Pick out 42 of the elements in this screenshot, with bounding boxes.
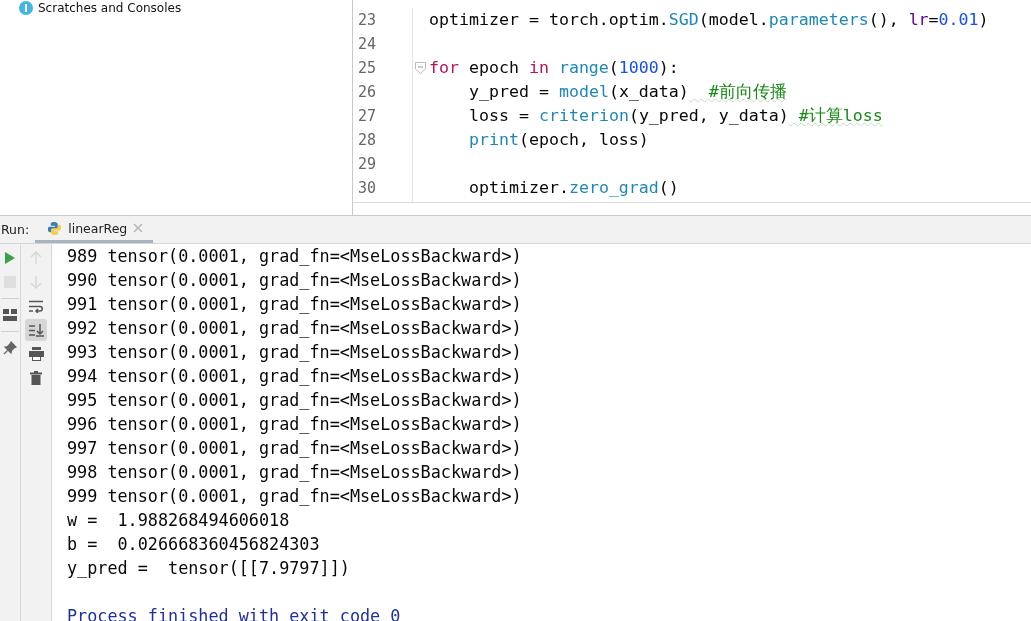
code-line: optimizer.zero_grad() bbox=[468, 177, 679, 199]
run-label: Run: bbox=[0, 222, 31, 237]
trash-icon bbox=[30, 371, 42, 385]
console-line: w = 1.988268494606018 bbox=[67, 510, 290, 530]
line-number: 27 bbox=[358, 106, 378, 127]
line-number: 29 bbox=[358, 154, 378, 175]
play-icon bbox=[4, 251, 16, 265]
up-arrow-icon bbox=[30, 251, 42, 265]
run-tab[interactable]: linearReg bbox=[35, 216, 154, 243]
code-line: print(epoch, loss) bbox=[468, 129, 649, 151]
console-line: 990 tensor(0.0001, grad_fn=<MseLossBackward>) bbox=[67, 270, 522, 290]
scroll-end-button[interactable] bbox=[25, 319, 47, 341]
console-line: b = 0.026668360456824303 bbox=[67, 534, 320, 554]
code-line: optimizer = torch.optim.SGD(model.parameters(), lr=0.01) bbox=[429, 9, 989, 31]
console-line: y_pred = tensor([[7.9797]]) bbox=[67, 558, 350, 578]
console-line: 991 tensor(0.0001, grad_fn=<MseLossBackward>) bbox=[67, 294, 522, 314]
line-number: 24 bbox=[358, 34, 378, 55]
line-number: 23 bbox=[358, 10, 378, 31]
pin-icon bbox=[3, 341, 17, 355]
soft-wrap-icon bbox=[28, 299, 44, 313]
console-line: 994 tensor(0.0001, grad_fn=<MseLossBackward>) bbox=[67, 366, 522, 386]
console-line: 999 tensor(0.0001, grad_fn=<MseLossBackward>) bbox=[67, 486, 522, 506]
scroll-to-end-icon bbox=[28, 323, 44, 337]
python-icon bbox=[47, 220, 63, 236]
line-number: 25 bbox=[358, 58, 378, 79]
console-line: 997 tensor(0.0001, grad_fn=<MseLossBackward>) bbox=[67, 438, 522, 458]
code-line: y_pred = model(x_data) #前向传播 bbox=[468, 81, 787, 103]
down-arrow-icon bbox=[30, 275, 42, 289]
line-number: 26 bbox=[358, 82, 378, 103]
console-line: 996 tensor(0.0001, grad_fn=<MseLossBackward>) bbox=[67, 414, 522, 434]
console-line: 989 tensor(0.0001, grad_fn=<MseLossBackward>) bbox=[67, 246, 522, 266]
code-line: for epoch in range(1000): bbox=[429, 57, 679, 79]
console-line: 998 tensor(0.0001, grad_fn=<MseLossBackward>) bbox=[67, 462, 522, 482]
layout-icon bbox=[3, 309, 17, 321]
tree-item[interactable]: Scratches and Consoles bbox=[0, 0, 352, 16]
console-line: 995 tensor(0.0001, grad_fn=<MseLossBackward>) bbox=[67, 390, 522, 410]
console-line: 992 tensor(0.0001, grad_fn=<MseLossBackward>) bbox=[67, 318, 522, 338]
line-number: 28 bbox=[358, 130, 378, 151]
console-line: 993 tensor(0.0001, grad_fn=<MseLossBackward>) bbox=[67, 342, 522, 362]
printer-icon bbox=[28, 347, 44, 361]
line-number: 30 bbox=[358, 178, 378, 199]
code-line: loss = criterion(y_pred, y_data) #计算loss bbox=[468, 105, 883, 127]
